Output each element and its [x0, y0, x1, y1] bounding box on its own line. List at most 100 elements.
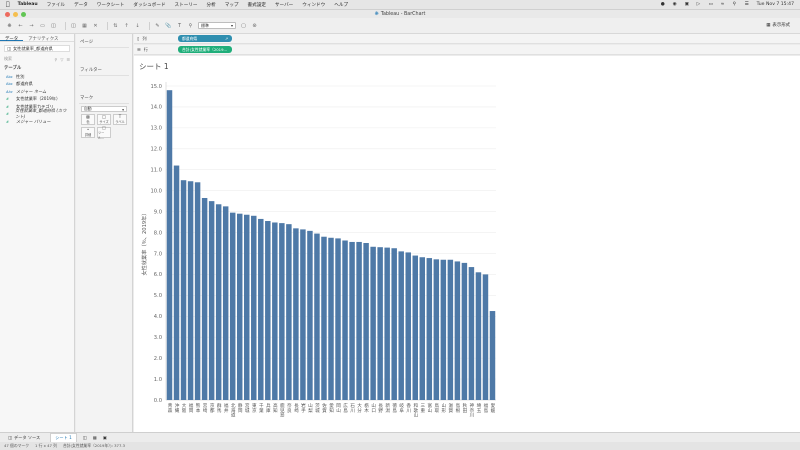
new-story-tab-icon[interactable]: ▣: [103, 435, 107, 440]
field-search-input[interactable]: 検索: [4, 56, 51, 62]
new-sheet-tab-icon[interactable]: ◫: [83, 435, 87, 440]
status-dimensions: 1 行 x 47 列: [35, 443, 57, 448]
highlight-icon[interactable]: ✎: [154, 22, 161, 29]
x-category-label: 富山: [427, 402, 432, 414]
new-dashboard-tab-icon[interactable]: ▦: [93, 435, 97, 440]
save-icon[interactable]: ▭: [39, 22, 46, 29]
sort-descending-icon[interactable]: ↓: [134, 22, 141, 29]
menu-dashboard[interactable]: ダッシュボード: [133, 2, 165, 8]
show-me-button[interactable]: ▦ 表示形式: [766, 22, 790, 29]
y-tick-label: 13.0: [150, 126, 162, 132]
rows-pill[interactable]: 合計(女性就業率（2019...: [178, 46, 232, 53]
presentation-icon[interactable]: ▢: [240, 22, 247, 29]
group-icon[interactable]: 📎: [165, 22, 172, 29]
fit-select[interactable]: 標準 ▾: [198, 22, 236, 29]
display-icon[interactable]: ▣: [685, 2, 691, 7]
minimize-window-button[interactable]: [13, 11, 18, 17]
battery-icon[interactable]: ▭: [709, 2, 715, 7]
field-label: 都道府県: [16, 81, 33, 87]
field-item[interactable]: Abc 都道府県: [6, 81, 70, 89]
control-center-icon[interactable]: ☰: [745, 2, 751, 7]
bar: [229, 212, 236, 400]
bar: [236, 213, 243, 400]
size-button[interactable]: ◯ サイズ: [97, 114, 111, 125]
tab-data[interactable]: データ: [0, 34, 24, 42]
search-icon[interactable]: ⚲: [733, 2, 739, 7]
color-button-label: 色: [86, 120, 90, 124]
number-type-icon: #: [6, 112, 10, 117]
apple-menu-icon[interactable]: : [6, 1, 10, 8]
field-label: 性別: [16, 73, 25, 79]
detail-button-label: 詳細: [84, 133, 92, 137]
window-controls: [5, 11, 26, 17]
menu-help[interactable]: ヘルプ: [334, 2, 348, 8]
field-item[interactable]: Abc メジャー ネーム: [6, 88, 70, 96]
x-category-label: 佐賀: [321, 402, 326, 414]
detail-button[interactable]: • 詳細: [81, 127, 95, 138]
close-window-button[interactable]: [5, 11, 10, 17]
view-options-icon[interactable]: ☰: [66, 57, 70, 62]
bar: [363, 243, 369, 400]
mark-type-select[interactable]: 自動 ▾: [81, 106, 127, 112]
window-title-text: Tableau - BarChart: [380, 11, 426, 17]
menu-clock[interactable]: Tue Nov 7 15:47: [757, 2, 794, 7]
color-button[interactable]: ▩ 色: [81, 114, 95, 125]
field-item[interactable]: # 女性就業率_都道府県 (カウント): [6, 108, 70, 119]
label-button[interactable]: T ラベル: [113, 114, 127, 125]
columns-pill[interactable]: 都道府県 ↗: [178, 35, 232, 42]
filter-icon[interactable]: ▽: [60, 57, 63, 62]
cards-column: ページ フィルター マーク 自動 ▾ ▩ 色 ◯ サイズ T ラベル • 詳細 □ ツール…: [76, 34, 133, 432]
wifi-icon[interactable]: ≈: [721, 2, 727, 7]
field-item[interactable]: # 女性就業率（2019年）: [6, 96, 70, 104]
volume-icon[interactable]: ▷: [697, 2, 703, 7]
sheet-canvas[interactable]: シート 1 0.0 1.0 2.0 3.0 4.0 5.0 6.0 7.0 8.0 9.0 10.0…: [134, 56, 800, 432]
bar: [321, 236, 327, 400]
menu-data[interactable]: データ: [74, 2, 88, 8]
menu-server[interactable]: サーバー: [275, 2, 293, 8]
bar-chart[interactable]: 0.0 1.0 2.0 3.0 4.0 5.0 6.0 7.0 8.0 9.0 10.0 11.0 12…: [134, 56, 800, 432]
zoom-window-button[interactable]: [21, 11, 26, 17]
filters-drop-area[interactable]: [79, 76, 129, 90]
menu-worksheet[interactable]: ワークシート: [97, 2, 125, 8]
pages-drop-area[interactable]: [79, 48, 129, 62]
sort-ascending-icon[interactable]: ↑: [123, 22, 130, 29]
duplicate-icon[interactable]: ▦: [81, 22, 88, 29]
show-me-icon: ▦: [766, 22, 771, 28]
redo-icon[interactable]: →: [28, 22, 35, 29]
filters-card[interactable]: フィルター: [79, 65, 129, 90]
share-icon[interactable]: ⊛: [251, 22, 258, 29]
menu-window[interactable]: ウィンドウ: [302, 2, 325, 8]
tooltip-button[interactable]: □ ツール...: [97, 125, 111, 140]
menu-file[interactable]: ファイル: [47, 2, 65, 8]
swap-icon[interactable]: ⇅: [112, 22, 119, 29]
label-icon[interactable]: T: [176, 22, 183, 29]
x-category-label: 千葉: [258, 402, 263, 414]
fit-select-value: 標準: [201, 22, 209, 28]
menu-map[interactable]: マップ: [225, 2, 239, 8]
x-category-label: 新潟: [385, 402, 390, 414]
bar: [258, 218, 264, 400]
pages-card[interactable]: ページ: [79, 37, 129, 62]
columns-shelf[interactable]: ▯ 列 都道府県 ↗: [134, 34, 800, 44]
shield-icon[interactable]: ●: [661, 2, 667, 7]
new-sheet-icon[interactable]: ◫: [70, 22, 77, 29]
tab-analytics[interactable]: アナリティクス: [23, 34, 63, 42]
datasource-tab[interactable]: ◫ データ ソース: [4, 433, 44, 442]
clear-sheet-icon[interactable]: ✕: [92, 22, 99, 29]
bar: [194, 182, 201, 400]
menu-app-name[interactable]: Tableau: [18, 2, 38, 7]
field-item[interactable]: Abc 性別: [6, 73, 70, 81]
undo-icon[interactable]: ←: [17, 22, 24, 29]
sheet-tab[interactable]: シート 1: [50, 433, 77, 442]
tableau-home-icon[interactable]: ❋: [6, 22, 13, 29]
search-icon[interactable]: ⚲: [54, 57, 57, 62]
rows-shelf[interactable]: ☰ 行 合計(女性就業率（2019...: [134, 45, 800, 55]
menu-analysis[interactable]: 分析: [207, 2, 216, 8]
menu-story[interactable]: ストーリー: [175, 2, 198, 8]
pin-icon[interactable]: ⚲: [187, 22, 194, 29]
menu-format[interactable]: 書式設定: [248, 2, 266, 8]
datasource-item[interactable]: ◫ 女性就業率_都道府県: [4, 45, 70, 52]
new-datasource-icon[interactable]: ◫: [50, 22, 57, 29]
x-category-label: 和歌山: [413, 402, 418, 419]
record-icon[interactable]: ◉: [673, 2, 679, 7]
